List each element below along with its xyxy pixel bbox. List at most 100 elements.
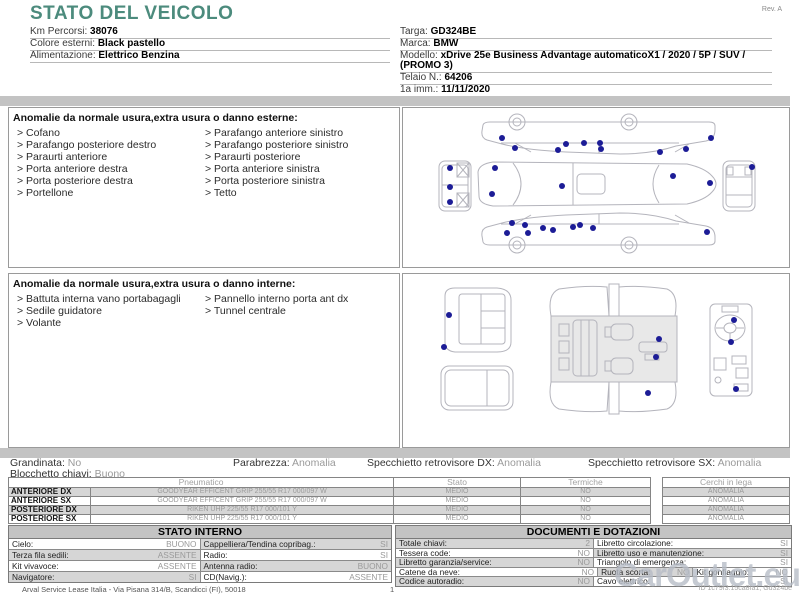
tire-row: ANTERIORE DX GOODYEAR EFFICENT GRIP 255/5… xyxy=(8,487,652,497)
field-value: SI xyxy=(780,539,788,548)
exterior-anomalies-col-left: > Cofano > Parafango posteriore destro > P… xyxy=(17,127,205,199)
table-row: Terza fila sedili: ASSENTE Radio: SI xyxy=(9,550,391,561)
damage-marker xyxy=(597,140,603,146)
damage-marker xyxy=(704,229,710,235)
tire-cell: POSTERIORE DX xyxy=(8,505,91,515)
anomaly-item: > Tetto xyxy=(205,187,237,199)
tire-row: POSTERIORE SX RIKEN UHP 225/55 R17 000/10… xyxy=(8,514,652,524)
damage-marker xyxy=(653,354,659,360)
damage-marker xyxy=(522,222,528,228)
damage-marker xyxy=(733,386,739,392)
tire-cell: ANTERIORE DX xyxy=(8,487,91,497)
table-row: Kit vivavoce: ASSENTE Antenna radio: BUONO xyxy=(9,561,391,572)
label-value-pair: Catene da neve: NO xyxy=(396,568,597,577)
tire-cell: ANTERIORE SX xyxy=(8,496,91,506)
field-label: Codice autoradio: xyxy=(399,577,465,586)
field-label: Cappelliera/Tendina copribag.: xyxy=(203,539,316,549)
interior-anomalies-title: Anomalie da normale usura,extra usura o … xyxy=(13,278,296,290)
wheel-row: ANOMALIA xyxy=(662,514,790,524)
tire-cell: RIKEN UHP 225/55 R17 000/101 Y xyxy=(89,514,395,524)
footer-address: Arval Service Lease Italia - Via Pisana … xyxy=(22,585,246,594)
tires-header-stato: Stato xyxy=(393,477,522,488)
damage-marker xyxy=(728,339,734,345)
exterior-anomalies-col-right: > Parafango anteriore sinistro > Parafang… xyxy=(205,127,393,199)
wheels-header: Cerchi in lega xyxy=(662,477,790,488)
wheel-row: ANOMALIA xyxy=(662,487,790,497)
anomaly-item: > Cofano xyxy=(17,127,60,139)
label-value-pair: Codice autoradio: NO xyxy=(396,577,593,586)
anomaly-item: > Porta posteriore destra xyxy=(17,175,133,187)
label-value-pair: Antenna radio: BUONO xyxy=(199,561,391,571)
damage-marker xyxy=(656,336,662,342)
damage-marker xyxy=(492,165,498,171)
tire-cell: MEDIO xyxy=(393,514,522,524)
revision-label: Rev. A xyxy=(761,6,782,13)
field-label: CD(Navig.): xyxy=(203,572,247,582)
field-label: Antenna radio: xyxy=(203,561,258,571)
anomaly-item: > Parafango posteriore sinistro xyxy=(205,139,349,151)
field-label: Libretto garanzia/service: xyxy=(399,558,492,567)
damage-marker xyxy=(657,149,663,155)
tire-cell: POSTERIORE SX xyxy=(8,514,91,524)
anomaly-item: > Tunnel centrale xyxy=(205,305,286,317)
field-value: SI xyxy=(188,572,197,582)
vehicle-info-right: Targa: GD324BE Marca: BMW Modello: xDriv… xyxy=(400,27,772,97)
field-value: NO xyxy=(581,567,595,576)
field-label: Terza fila sedili: xyxy=(12,550,69,560)
exterior-anomalies-title: Anomalie da normale usura,extra usura o … xyxy=(13,112,298,124)
damage-marker xyxy=(504,230,510,236)
wheel-row: ANOMALIA xyxy=(662,496,790,506)
interior-anomalies-col-right: > Pannello interno porta ant dx > Tunnel … xyxy=(205,293,393,329)
field-value: ASSENTE xyxy=(157,550,197,560)
tire-cell: NO xyxy=(520,496,652,506)
wheel-cell: ANOMALIA xyxy=(662,505,790,515)
tire-row: ANTERIORE SX GOODYEAR EFFICENT GRIP 255/5… xyxy=(8,496,652,506)
damage-marker xyxy=(670,173,676,179)
field-value: NO xyxy=(577,558,590,567)
label-value-pair: Totale chiavi: 2 xyxy=(396,539,593,548)
field-label: Radio: xyxy=(203,550,228,560)
field-modello: Modello: xDrive 25e Business Advantage a… xyxy=(400,51,772,73)
anomaly-item: > Pannello interno porta ant dx xyxy=(205,293,349,305)
damage-marker xyxy=(441,344,447,350)
damage-marker xyxy=(559,183,565,189)
wheel-row: ANOMALIA xyxy=(662,505,790,515)
tire-cell: MEDIO xyxy=(393,496,522,506)
field-value: BUONO xyxy=(357,561,388,571)
label-value-pair: Libretto circolazione: SI xyxy=(593,539,791,548)
anomaly-item: > Portellone xyxy=(17,187,74,199)
stato-interno-title: STATO INTERNO xyxy=(9,526,391,539)
damage-marker xyxy=(570,224,576,230)
exterior-diagram-box xyxy=(402,107,790,268)
table-row: Cielo: BUONO Cappelliera/Tendina copribag.… xyxy=(9,539,391,550)
interior-anomalies-box: Anomalie da normale usura,extra usura o … xyxy=(8,273,400,448)
label-value-pair: Tessera code: NO xyxy=(396,549,593,558)
anomaly-item: > Battuta interna vano portabagagli xyxy=(17,293,181,305)
field-alimentazione: Alimentazione: Elettrico Benzina xyxy=(30,51,390,63)
field-value: SI xyxy=(380,550,388,560)
label-value-pair: Radio: SI xyxy=(199,550,392,560)
anomaly-item: > Parafango posteriore destro xyxy=(17,139,157,151)
anomaly-item: > Porta anteriore sinistra xyxy=(205,163,320,175)
anomaly-item: > Porta anteriore destra xyxy=(17,163,128,175)
damage-marker xyxy=(563,141,569,147)
damage-marker xyxy=(749,164,755,170)
label-value-pair: Navigatore: SI xyxy=(9,572,200,582)
damage-marker xyxy=(540,225,546,231)
tire-row: POSTERIORE DX RIKEN UHP 225/55 R17 000/10… xyxy=(8,505,652,515)
interior-damage-diagram xyxy=(440,283,753,415)
damage-marker xyxy=(555,147,561,153)
damage-marker xyxy=(525,230,531,236)
damage-marker xyxy=(447,165,453,171)
field-label: Navigatore: xyxy=(12,572,55,582)
tires-table: Pneumatico Stato Termiche ANTERIORE DX GO… xyxy=(7,477,652,524)
vehicle-status-report: STATO DEL VEICOLO Rev. A Km Percorsi: 38… xyxy=(0,0,800,600)
damage-marker xyxy=(581,140,587,146)
wheels-table: Cerchi in lega ANOMALIA ANOMALIA ANOMALIA A… xyxy=(662,477,790,524)
anomaly-item: > Paraurti posteriore xyxy=(205,151,301,163)
vehicle-info-left: Km Percorsi: 38076 Colore esterni: Black… xyxy=(30,27,390,63)
damage-marker xyxy=(512,145,518,151)
wheel-cell: ANOMALIA xyxy=(662,496,790,506)
summary-specchietto-dx: Specchietto retrovisore DX: Anomalia xyxy=(367,457,541,469)
label-value-pair: Cielo: BUONO xyxy=(9,539,200,549)
